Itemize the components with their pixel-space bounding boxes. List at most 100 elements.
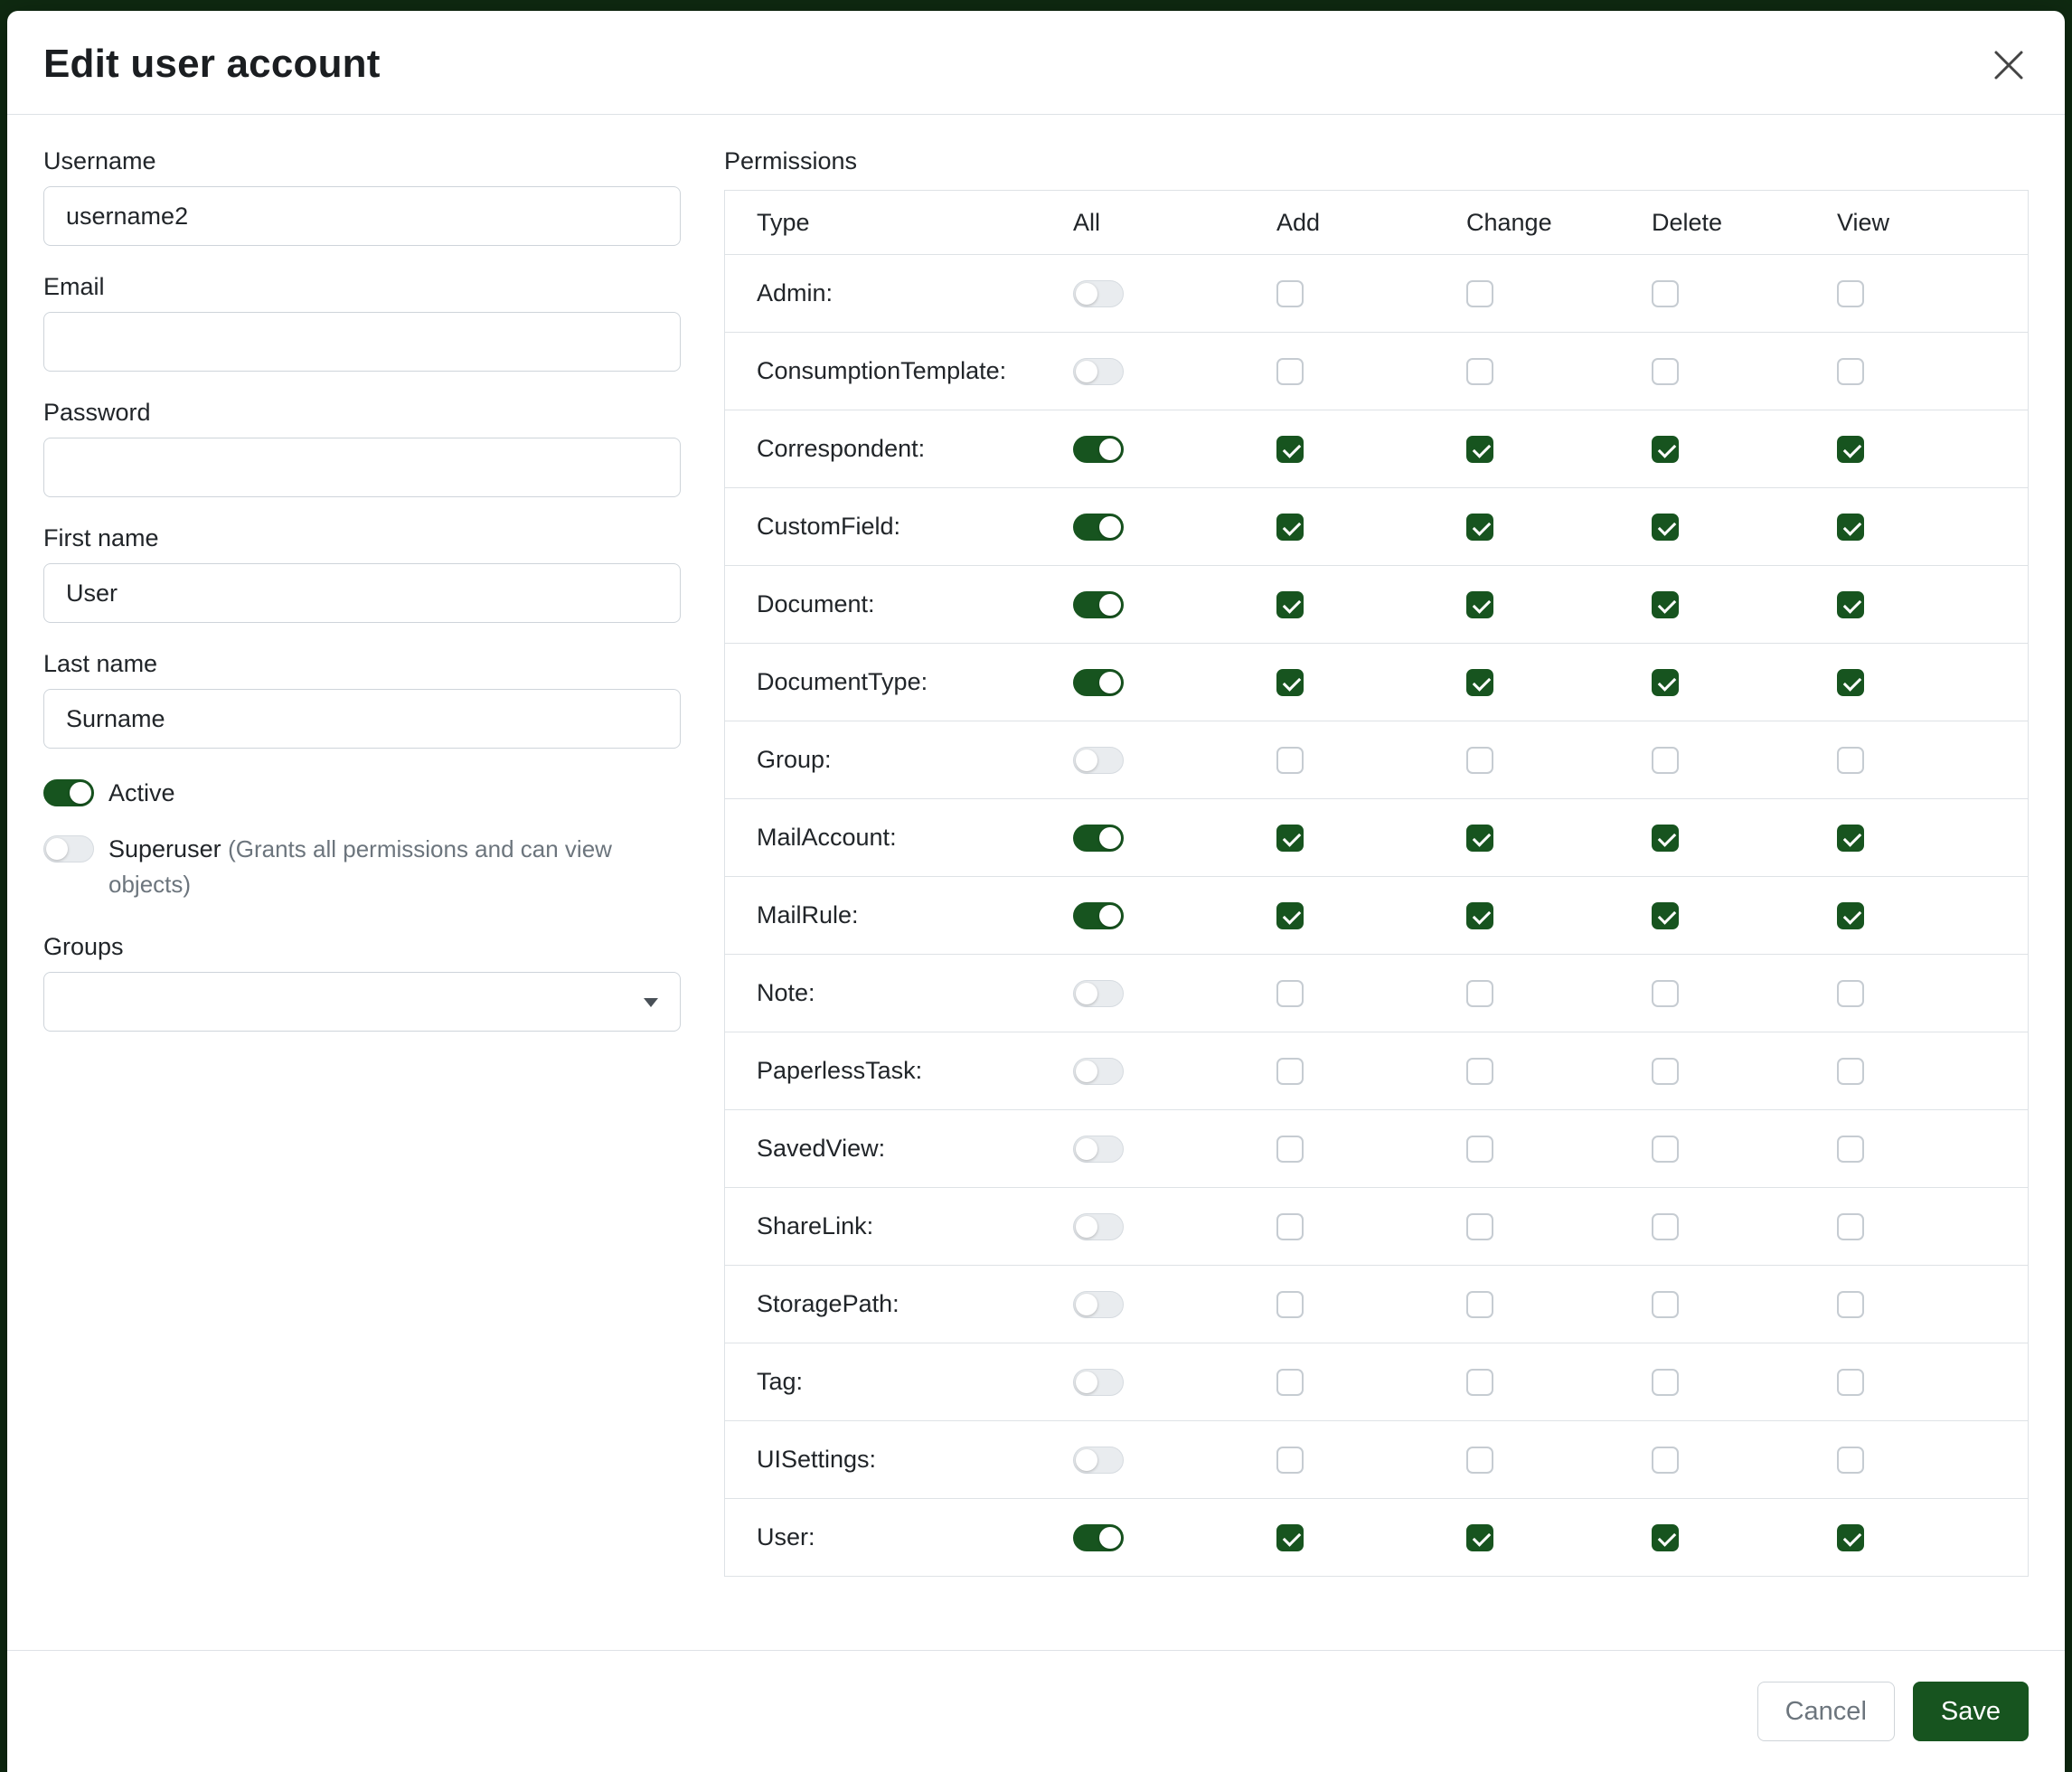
permission-delete-checkbox[interactable]	[1652, 1369, 1679, 1396]
permission-all-toggle[interactable]	[1073, 1291, 1124, 1318]
permission-view-checkbox[interactable]	[1837, 436, 1864, 463]
last-name-input[interactable]	[43, 689, 681, 749]
email-field-group: Email	[43, 273, 681, 372]
permission-all-toggle[interactable]	[1073, 1447, 1124, 1474]
permission-add-checkbox[interactable]	[1276, 358, 1304, 385]
permission-add-checkbox[interactable]	[1276, 980, 1304, 1007]
permission-view-checkbox[interactable]	[1837, 1369, 1864, 1396]
permission-add-checkbox[interactable]	[1276, 669, 1304, 696]
permission-view-checkbox[interactable]	[1837, 1136, 1864, 1163]
permission-change-checkbox[interactable]	[1466, 1291, 1493, 1318]
permission-change-checkbox[interactable]	[1466, 1136, 1493, 1163]
permission-add-checkbox[interactable]	[1276, 514, 1304, 541]
permission-delete-checkbox[interactable]	[1652, 1136, 1679, 1163]
permission-all-toggle[interactable]	[1073, 902, 1124, 929]
permission-change-checkbox[interactable]	[1466, 358, 1493, 385]
permission-delete-checkbox[interactable]	[1652, 514, 1679, 541]
permission-add-checkbox[interactable]	[1276, 1369, 1304, 1396]
cancel-button[interactable]: Cancel	[1757, 1682, 1895, 1741]
permission-add-checkbox[interactable]	[1276, 591, 1304, 618]
permission-view-checkbox[interactable]	[1837, 980, 1864, 1007]
superuser-toggle[interactable]	[43, 835, 94, 862]
permission-delete-checkbox[interactable]	[1652, 358, 1679, 385]
permission-all-toggle[interactable]	[1073, 980, 1124, 1007]
permission-change-checkbox[interactable]	[1466, 591, 1493, 618]
permission-all-toggle[interactable]	[1073, 591, 1124, 618]
permission-add-checkbox[interactable]	[1276, 280, 1304, 307]
permission-add-checkbox[interactable]	[1276, 747, 1304, 774]
permission-change-checkbox[interactable]	[1466, 1369, 1493, 1396]
permission-view-checkbox[interactable]	[1837, 1213, 1864, 1240]
permission-view-checkbox[interactable]	[1837, 1524, 1864, 1551]
permission-delete-checkbox[interactable]	[1652, 825, 1679, 852]
email-input[interactable]	[43, 312, 681, 372]
permission-add-checkbox[interactable]	[1276, 1213, 1304, 1240]
permission-delete-checkbox[interactable]	[1652, 980, 1679, 1007]
permission-change-checkbox[interactable]	[1466, 1447, 1493, 1474]
permission-all-toggle[interactable]	[1073, 436, 1124, 463]
permission-change-checkbox[interactable]	[1466, 747, 1493, 774]
permission-delete-checkbox[interactable]	[1652, 747, 1679, 774]
permission-change-cell	[1466, 358, 1652, 385]
permission-all-toggle[interactable]	[1073, 1058, 1124, 1085]
permission-change-checkbox[interactable]	[1466, 902, 1493, 929]
password-input[interactable]	[43, 438, 681, 497]
permission-delete-checkbox[interactable]	[1652, 1524, 1679, 1551]
permission-view-checkbox[interactable]	[1837, 514, 1864, 541]
permission-delete-checkbox[interactable]	[1652, 280, 1679, 307]
permission-view-checkbox[interactable]	[1837, 902, 1864, 929]
permission-delete-checkbox[interactable]	[1652, 591, 1679, 618]
permission-view-checkbox[interactable]	[1837, 1291, 1864, 1318]
permission-all-toggle[interactable]	[1073, 514, 1124, 541]
permission-add-checkbox[interactable]	[1276, 1058, 1304, 1085]
permission-add-checkbox[interactable]	[1276, 1136, 1304, 1163]
permission-all-toggle[interactable]	[1073, 1213, 1124, 1240]
permission-change-checkbox[interactable]	[1466, 980, 1493, 1007]
permission-all-toggle[interactable]	[1073, 1369, 1124, 1396]
first-name-input[interactable]	[43, 563, 681, 623]
permission-change-checkbox[interactable]	[1466, 1058, 1493, 1085]
permission-all-toggle[interactable]	[1073, 747, 1124, 774]
permission-all-cell	[1073, 980, 1276, 1007]
permission-delete-checkbox[interactable]	[1652, 669, 1679, 696]
permission-delete-checkbox[interactable]	[1652, 436, 1679, 463]
permission-all-toggle[interactable]	[1073, 825, 1124, 852]
permission-view-checkbox[interactable]	[1837, 747, 1864, 774]
permission-all-toggle[interactable]	[1073, 280, 1124, 307]
permission-change-checkbox[interactable]	[1466, 1524, 1493, 1551]
permission-delete-checkbox[interactable]	[1652, 902, 1679, 929]
permission-change-checkbox[interactable]	[1466, 280, 1493, 307]
permission-all-toggle[interactable]	[1073, 669, 1124, 696]
permission-view-checkbox[interactable]	[1837, 591, 1864, 618]
permission-add-checkbox[interactable]	[1276, 1291, 1304, 1318]
chevron-down-icon	[644, 998, 658, 1007]
groups-select[interactable]	[43, 972, 681, 1032]
username-input[interactable]	[43, 186, 681, 246]
close-icon[interactable]	[1989, 45, 2029, 85]
permission-add-checkbox[interactable]	[1276, 902, 1304, 929]
permission-change-checkbox[interactable]	[1466, 436, 1493, 463]
permission-view-checkbox[interactable]	[1837, 280, 1864, 307]
active-toggle[interactable]	[43, 779, 94, 806]
permission-view-checkbox[interactable]	[1837, 358, 1864, 385]
permission-all-toggle[interactable]	[1073, 1136, 1124, 1163]
permission-delete-checkbox[interactable]	[1652, 1447, 1679, 1474]
permission-delete-checkbox[interactable]	[1652, 1291, 1679, 1318]
permission-delete-checkbox[interactable]	[1652, 1213, 1679, 1240]
permission-change-checkbox[interactable]	[1466, 669, 1493, 696]
permission-all-toggle[interactable]	[1073, 358, 1124, 385]
permission-add-checkbox[interactable]	[1276, 1447, 1304, 1474]
permission-delete-checkbox[interactable]	[1652, 1058, 1679, 1085]
permission-add-checkbox[interactable]	[1276, 1524, 1304, 1551]
save-button[interactable]: Save	[1913, 1682, 2029, 1741]
permission-add-checkbox[interactable]	[1276, 825, 1304, 852]
permission-change-checkbox[interactable]	[1466, 514, 1493, 541]
permission-change-checkbox[interactable]	[1466, 825, 1493, 852]
permission-view-checkbox[interactable]	[1837, 1447, 1864, 1474]
permission-add-checkbox[interactable]	[1276, 436, 1304, 463]
permission-all-toggle[interactable]	[1073, 1524, 1124, 1551]
permission-view-checkbox[interactable]	[1837, 825, 1864, 852]
permission-view-checkbox[interactable]	[1837, 669, 1864, 696]
permission-change-checkbox[interactable]	[1466, 1213, 1493, 1240]
permission-view-checkbox[interactable]	[1837, 1058, 1864, 1085]
